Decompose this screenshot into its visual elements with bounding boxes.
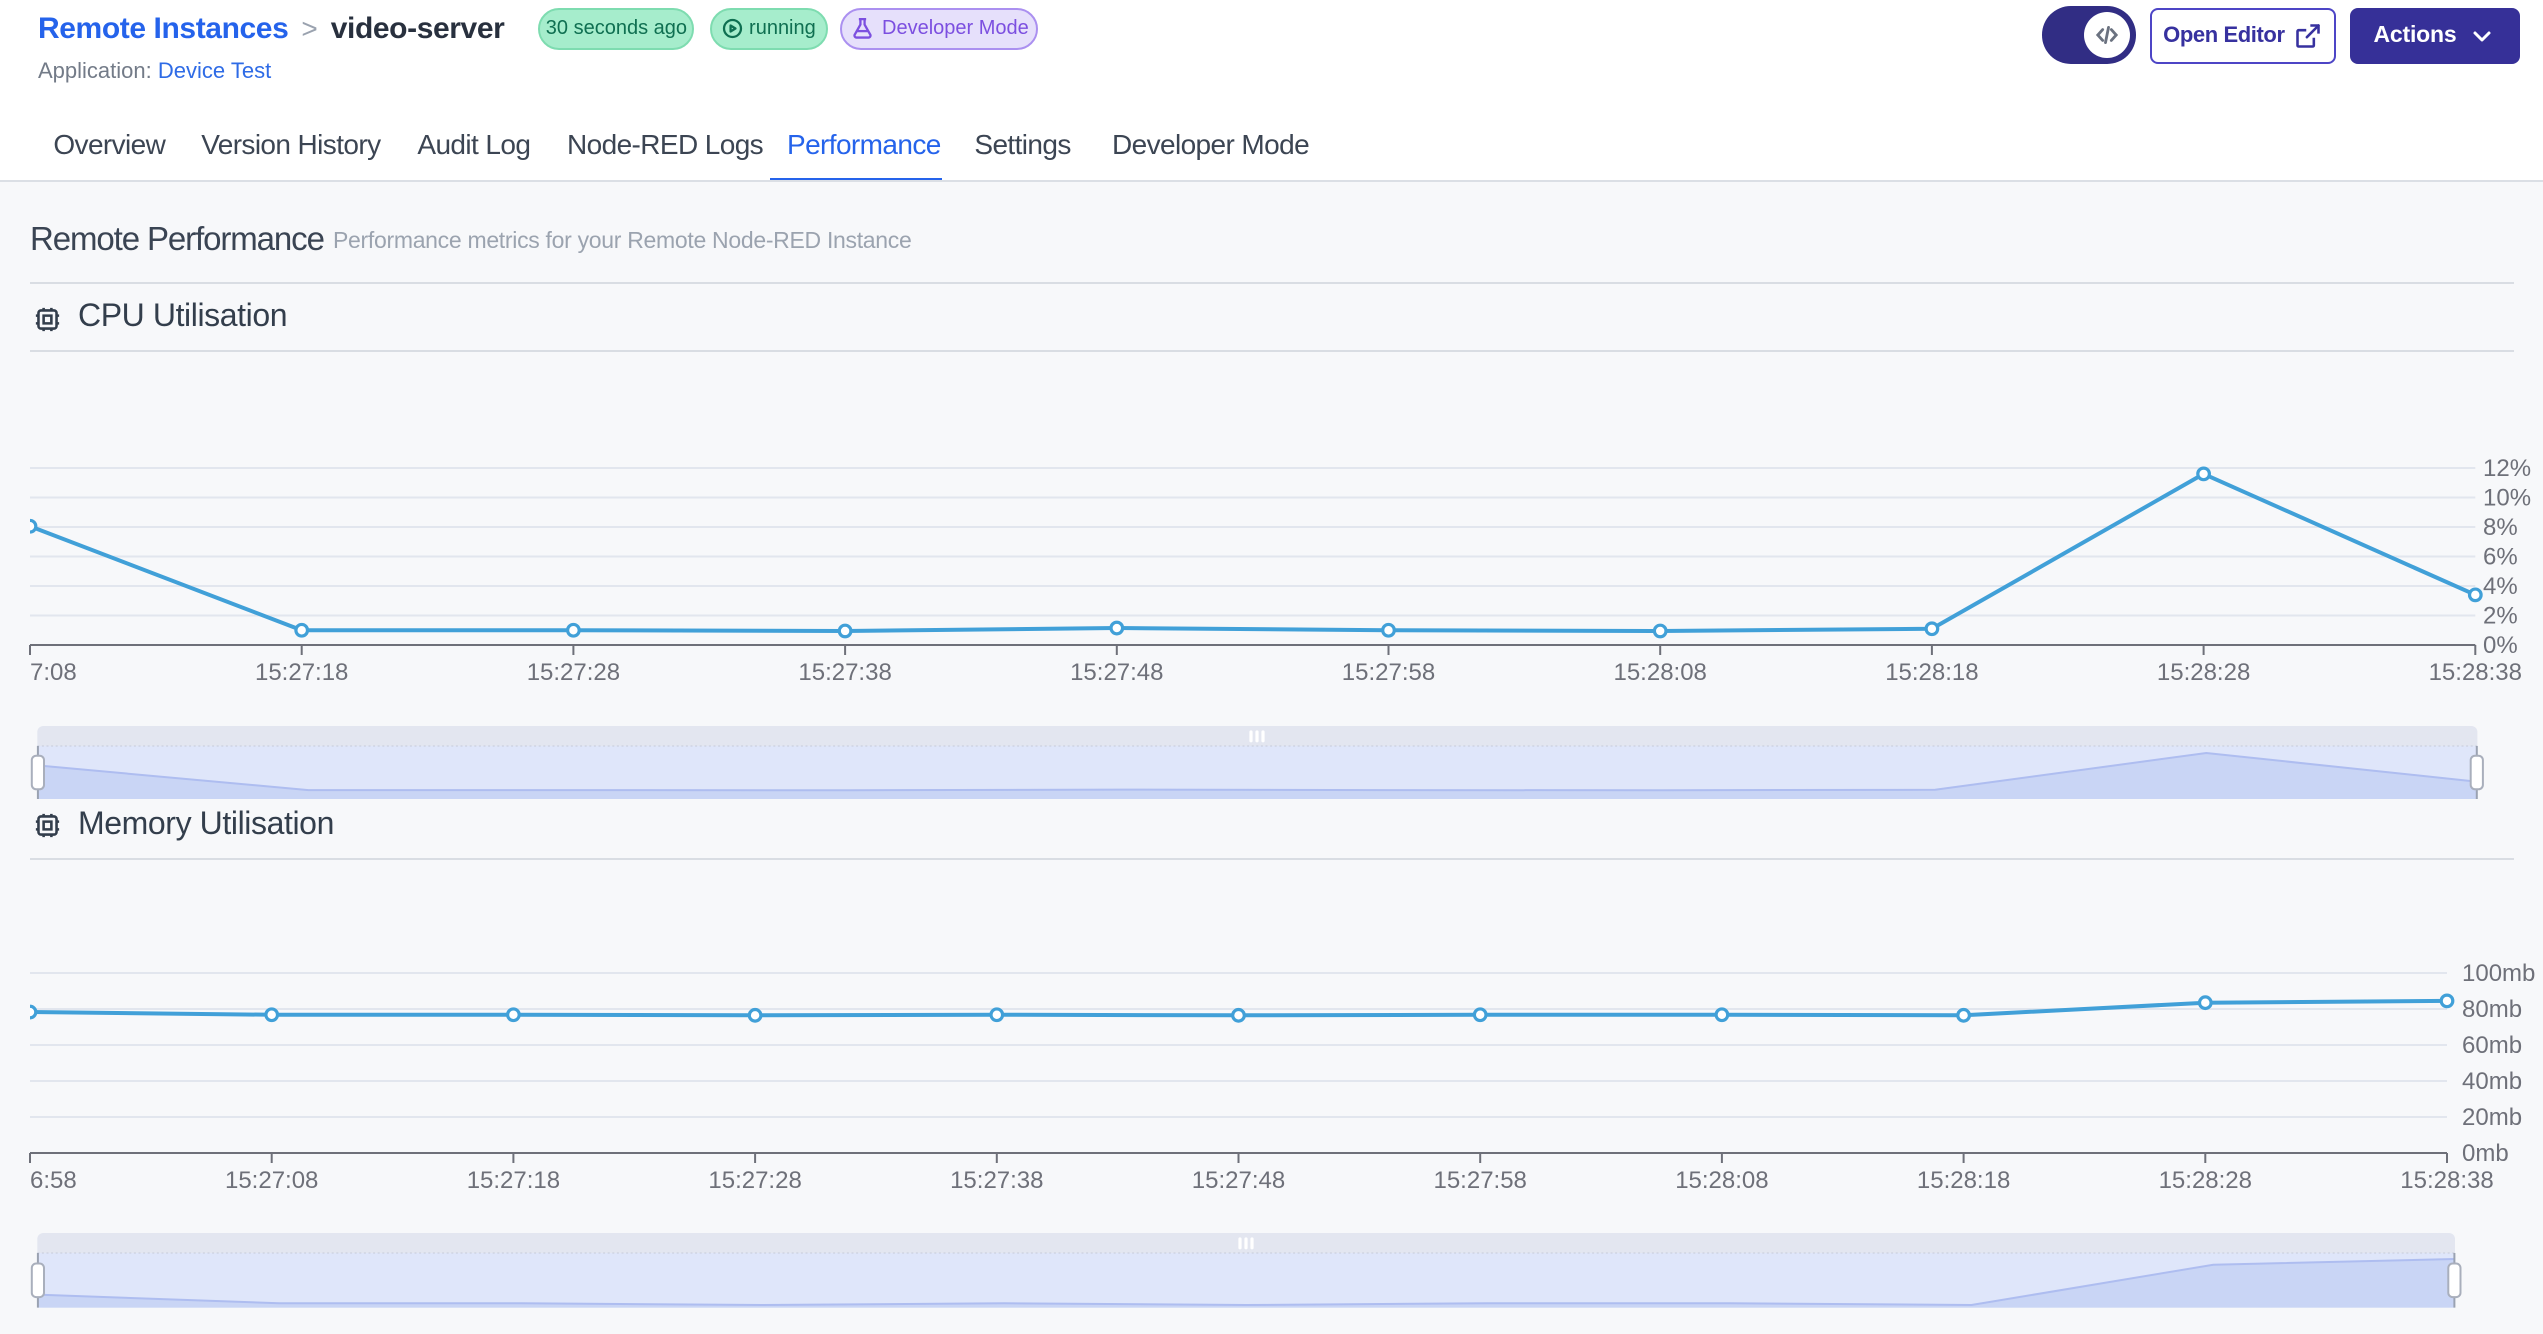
svg-text:15:27:18: 15:27:18 (467, 1167, 560, 1194)
svg-text:15:27:48: 15:27:48 (1192, 1167, 1285, 1194)
svg-text:15:27:18: 15:27:18 (255, 659, 348, 686)
svg-text:15:28:28: 15:28:28 (2157, 659, 2250, 686)
svg-text:15:28:18: 15:28:18 (1917, 1167, 2010, 1194)
svg-text:0mb: 0mb (2462, 1140, 2509, 1167)
svg-text:15:27:28: 15:27:28 (708, 1167, 801, 1194)
svg-text:15:27:58: 15:27:58 (1433, 1167, 1526, 1194)
svg-text:15:27:38: 15:27:38 (950, 1167, 1043, 1194)
svg-text:100mb: 100mb (2462, 960, 2535, 987)
svg-text:20mb: 20mb (2462, 1104, 2522, 1131)
svg-text:0%: 0% (2483, 632, 2518, 659)
svg-text:15:27:48: 15:27:48 (1070, 659, 1163, 686)
svg-text:12%: 12% (2483, 455, 2531, 482)
svg-text:15:27:38: 15:27:38 (798, 659, 891, 686)
svg-text:15:27:28: 15:27:28 (527, 659, 620, 686)
svg-text:15:28:08: 15:28:08 (1675, 1167, 1768, 1194)
svg-text:8%: 8% (2483, 514, 2518, 541)
svg-text:40mb: 40mb (2462, 1068, 2522, 1095)
svg-text:15:27:08: 15:27:08 (225, 1167, 318, 1194)
svg-text:10%: 10% (2483, 485, 2531, 512)
svg-text:15:28:38: 15:28:38 (2429, 659, 2522, 686)
svg-text:15:28:28: 15:28:28 (2159, 1167, 2252, 1194)
svg-text:7:08: 7:08 (30, 659, 77, 686)
svg-text:6:58: 6:58 (30, 1167, 77, 1194)
svg-text:15:27:58: 15:27:58 (1342, 659, 1435, 686)
svg-text:6%: 6% (2483, 544, 2518, 571)
svg-text:80mb: 80mb (2462, 996, 2522, 1023)
svg-text:15:28:18: 15:28:18 (1885, 659, 1978, 686)
svg-text:4%: 4% (2483, 573, 2518, 600)
svg-text:2%: 2% (2483, 603, 2518, 630)
svg-text:15:28:38: 15:28:38 (2400, 1167, 2493, 1194)
svg-text:15:28:08: 15:28:08 (1613, 659, 1706, 686)
svg-text:60mb: 60mb (2462, 1032, 2522, 1059)
